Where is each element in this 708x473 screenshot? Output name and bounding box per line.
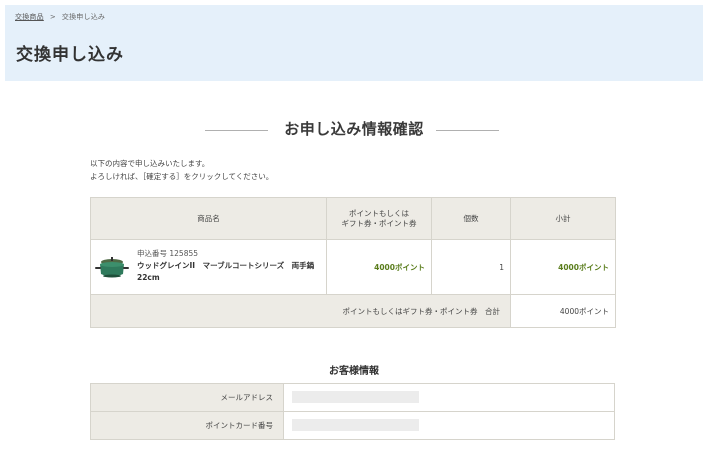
product-name: ウッドグレインII マーブルコートシリーズ 両手鍋22cm (137, 261, 315, 282)
header-qty: 個数 (431, 197, 511, 240)
breadcrumb-current: 交換申し込み (61, 13, 106, 21)
customer-section-heading: お客様情報 (0, 359, 708, 378)
intro-line-2: よろしければ、［確定する］をクリックしてください。 (90, 172, 274, 181)
intro-text: 以下の内容で申し込みいたします。 よろしければ、［確定する］をクリックしてくださ… (90, 157, 273, 183)
header-subtotal: 小計 (510, 197, 616, 240)
heading-divider-right (436, 130, 499, 131)
qty-value: 1 (431, 239, 511, 295)
heading-divider-left (205, 130, 268, 131)
email-value (283, 383, 615, 412)
breadcrumb-separator: > (49, 13, 56, 21)
table-row: 申込番号 125855 ウッドグレインII マーブルコートシリーズ 両手鍋22c… (90, 239, 616, 295)
customer-table: メールアドレス ポイントカード番号 (90, 383, 615, 440)
masked-email (292, 391, 419, 403)
product-cell: 申込番号 125855 ウッドグレインII マーブルコートシリーズ 両手鍋22c… (90, 239, 327, 295)
breadcrumb: 交換商品 > 交換申し込み (15, 12, 105, 22)
pointcard-value (283, 411, 615, 440)
order-table: 商品名 ポイントもしくは ギフト券・ポイント券 個数 小計 申込番号 12585… (90, 197, 616, 328)
points-value: 4000ポイント (326, 239, 432, 295)
product-info: 申込番号 125855 ウッドグレインII マーブルコートシリーズ 両手鍋22c… (137, 248, 326, 284)
masked-pointcard-number (292, 419, 419, 431)
customer-row-email: メールアドレス (90, 383, 615, 412)
pot-icon (95, 257, 129, 278)
email-label: メールアドレス (90, 383, 284, 412)
intro-line-1: 以下の内容で申し込みいたします。 (90, 159, 210, 168)
header-points-line-2: ギフト券・ポイント券 (341, 218, 417, 228)
subtotal-value: 4000ポイント (510, 239, 616, 295)
header-points-line-1: ポイントもしくは (349, 208, 409, 218)
customer-heading: お客様情報 (329, 366, 379, 377)
total-label: ポイントもしくはギフト券・ポイント券 合計 (90, 294, 511, 328)
page-title: 交換申し込み (16, 45, 124, 65)
total-row: ポイントもしくはギフト券・ポイント券 合計 4000ポイント (90, 294, 616, 328)
page-header: 交換商品 > 交換申し込み 交換申し込み (5, 5, 703, 81)
header-product: 商品名 (90, 197, 327, 240)
total-value: 4000ポイント (510, 294, 616, 328)
pointcard-label: ポイントカード番号 (90, 411, 284, 440)
order-number: 申込番号 125855 (137, 249, 199, 258)
customer-row-pointcard: ポイントカード番号 (90, 411, 615, 440)
header-points: ポイントもしくは ギフト券・ポイント券 (326, 197, 432, 240)
confirm-heading: お申し込み情報確認 (284, 120, 424, 138)
order-table-header-row: 商品名 ポイントもしくは ギフト券・ポイント券 個数 小計 (90, 197, 616, 240)
breadcrumb-link-exchange-items[interactable]: 交換商品 (15, 13, 44, 21)
confirm-section-heading: お申し込み情報確認 (0, 118, 708, 139)
